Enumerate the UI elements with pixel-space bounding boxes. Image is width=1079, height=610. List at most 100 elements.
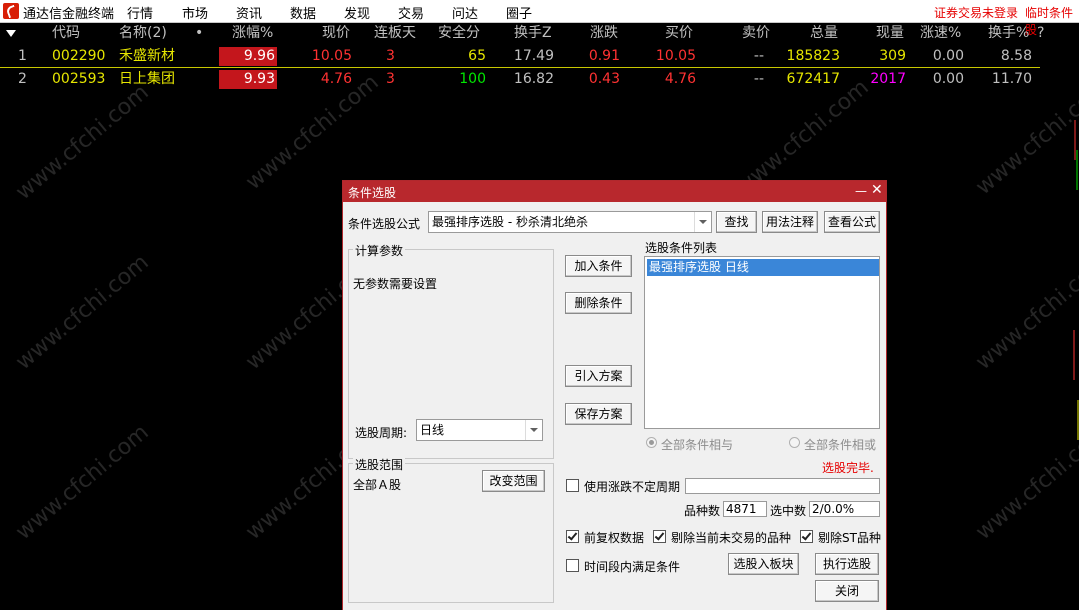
calc-params-title: 计算参数	[353, 242, 406, 259]
stock-name: 日上集团	[119, 71, 175, 87]
radio-or-label[interactable]: 全部条件相或	[804, 436, 876, 453]
list-item[interactable]: 最强排序选股 日线	[647, 259, 879, 276]
col-safety[interactable]: 安全分	[438, 23, 480, 44]
pct-change: 9.93	[219, 70, 277, 89]
stock-code: 002290	[52, 48, 106, 64]
count-label: 品种数	[684, 504, 721, 518]
menu-item-trade[interactable]: 交易	[398, 3, 424, 22]
price: 10.05	[311, 48, 352, 64]
change-scope-button[interactable]: 改变范围	[482, 470, 545, 492]
col-turnover-z[interactable]: 换手Z	[514, 23, 552, 44]
col-ask[interactable]: 卖价	[742, 23, 770, 44]
menu-item-news[interactable]: 资讯	[236, 3, 262, 22]
change: 0.91	[588, 48, 620, 64]
row-index: 1	[18, 48, 27, 64]
chevron-down-icon[interactable]	[694, 212, 711, 232]
col-bid[interactable]: 买价	[665, 23, 693, 44]
volume: 185823	[786, 48, 840, 64]
exclude-st-checkbox[interactable]	[800, 530, 813, 543]
indefinite-period-input[interactable]	[685, 478, 880, 494]
watermark: www.cfchi.com	[11, 249, 154, 376]
table-row[interactable]: 1 002290 禾盛新材 9.96 10.05 3 65 17.49 0.91…	[0, 45, 1040, 68]
menu-item-circle[interactable]: 圈子	[506, 3, 532, 22]
watermark: www.cfchi.com	[971, 419, 1079, 546]
minimize-icon[interactable]: —	[855, 184, 867, 198]
col-code[interactable]: 代码	[52, 23, 80, 44]
col-price[interactable]: 现价	[322, 23, 350, 44]
exclude-untraded-label: 剔除当前未交易的品种	[671, 531, 792, 545]
usage-note-button[interactable]: 用法注释	[762, 211, 818, 233]
col-volume[interactable]: 总量	[810, 23, 838, 44]
exclude-untraded-checkbox[interactable]	[653, 530, 666, 543]
radio-and-label[interactable]: 全部条件相与	[661, 436, 733, 453]
save-scheme-button[interactable]: 保存方案	[565, 403, 632, 425]
ask-price: --	[753, 71, 764, 87]
find-button[interactable]: 查找	[716, 211, 757, 233]
condition-listbox[interactable]: 最强排序选股 日线	[644, 256, 880, 429]
col-name[interactable]: 名称(2)	[119, 23, 167, 44]
dialog-title-bar[interactable]: 条件选股 — ✕	[343, 181, 886, 202]
period-select[interactable]: 日线	[416, 419, 543, 441]
turnover-z: 17.49	[513, 48, 554, 64]
current-volume: 309	[879, 48, 906, 64]
row-index: 2	[18, 71, 27, 87]
price: 4.76	[320, 71, 352, 87]
close-button[interactable]: 关闭	[815, 580, 879, 602]
volume: 672417	[786, 71, 840, 87]
adjust-label: 前复权数据	[584, 531, 645, 545]
close-icon[interactable]: ✕	[871, 182, 883, 198]
adjust-checkbox[interactable]	[566, 530, 579, 543]
exclude-st-label: 剔除ST品种	[818, 531, 881, 545]
sort-dropdown-icon[interactable]	[6, 30, 16, 37]
add-condition-button[interactable]: 加入条件	[565, 255, 632, 277]
selected-value: 2/0.0%	[809, 501, 880, 517]
table-row[interactable]: 2 002593 日上集团 9.93 4.76 3 100 16.82 0.43…	[0, 68, 1040, 90]
menu-item-data[interactable]: 数据	[290, 3, 316, 22]
menu-item-quotes[interactable]: 行情	[127, 3, 153, 22]
watermark: www.cfchi.com	[11, 79, 154, 206]
menu-item-discover[interactable]: 发现	[344, 3, 370, 22]
col-pct[interactable]: 涨幅%	[232, 23, 273, 44]
col-speed[interactable]: 涨速%	[920, 23, 961, 44]
formula-select[interactable]: 最强排序选股 - 秒杀清北绝杀	[428, 211, 712, 233]
stock-code: 002593	[52, 71, 106, 87]
menu-item-market[interactable]: 市场	[182, 3, 208, 22]
formula-value: 最强排序选股 - 秒杀清北绝杀	[432, 215, 588, 229]
scope-value: 全部Ａ股	[353, 478, 402, 492]
app-name: 通达信金融终端	[23, 7, 115, 22]
limit-days: 3	[386, 48, 395, 64]
params-text: 无参数需要设置	[353, 277, 438, 291]
menu-item-ask[interactable]: 问达	[452, 3, 478, 22]
col-limit-days[interactable]: 连板天	[374, 23, 416, 44]
turnover-z: 16.82	[513, 71, 554, 87]
limit-days: 3	[386, 71, 395, 87]
login-status[interactable]: 证券交易未登录	[934, 4, 1018, 21]
period-label: 选股周期:	[355, 426, 408, 440]
time-range-label: 时间段内满足条件	[584, 560, 681, 574]
scope-title: 选股范围	[353, 456, 406, 473]
chevron-down-icon[interactable]	[525, 420, 542, 440]
count-value: 4871	[723, 501, 767, 517]
selected-label: 选中数	[770, 504, 807, 518]
col-cur-vol[interactable]: 现量	[876, 23, 904, 44]
col-dot: •	[195, 25, 204, 41]
delete-condition-button[interactable]: 删除条件	[565, 292, 632, 314]
col-turnover[interactable]: 换手%	[988, 23, 1029, 44]
safety-score: 65	[468, 48, 486, 64]
side-chart-fragment	[1073, 120, 1079, 440]
formula-label: 条件选股公式	[348, 217, 421, 231]
import-scheme-button[interactable]: 引入方案	[565, 365, 632, 387]
to-block-button[interactable]: 选股入板块	[728, 553, 799, 575]
col-help[interactable]: ?	[1037, 23, 1044, 44]
pct-change: 9.96	[219, 47, 277, 66]
execute-button[interactable]: 执行选股	[815, 553, 879, 575]
view-formula-button[interactable]: 查看公式	[824, 211, 880, 233]
col-change[interactable]: 涨跌	[590, 23, 618, 44]
radio-and[interactable]	[646, 437, 657, 448]
bid-price: 10.05	[655, 48, 696, 64]
table-header: 代码 名称(2) • 涨幅% 现价 连板天 安全分 换手Z 涨跌 买价 卖价 总…	[0, 23, 1079, 44]
radio-or[interactable]	[789, 437, 800, 448]
indefinite-period-checkbox[interactable]	[566, 479, 579, 492]
dialog-title: 条件选股	[348, 186, 397, 200]
time-range-checkbox[interactable]	[566, 559, 579, 572]
